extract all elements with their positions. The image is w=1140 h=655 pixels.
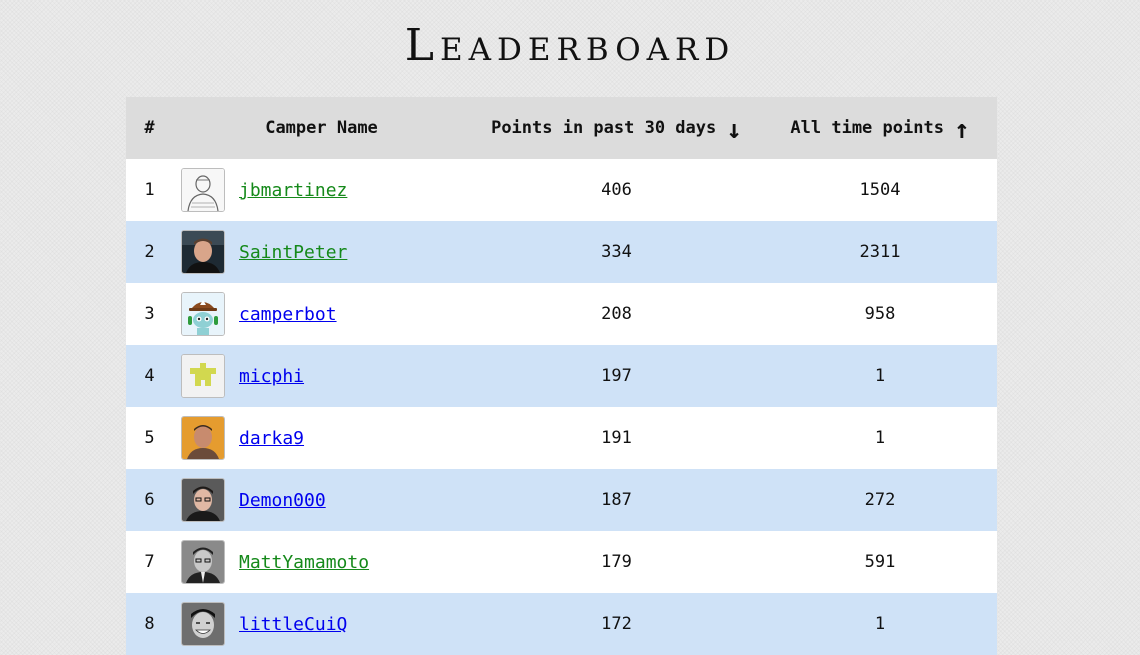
recent-points-cell: 187	[470, 469, 763, 531]
camper-link[interactable]: Demon000	[239, 490, 326, 511]
camper-link[interactable]: darka9	[239, 428, 304, 449]
table-row: 3 camperbot 208 958	[126, 283, 997, 345]
recent-points-cell: 208	[470, 283, 763, 345]
camper-cell: littleCuiQ	[173, 593, 470, 655]
alltime-points-cell: 2311	[763, 221, 997, 283]
rank-cell: 6	[126, 469, 173, 531]
rank-cell: 3	[126, 283, 173, 345]
alltime-points-cell: 958	[763, 283, 997, 345]
arrow-up-icon[interactable]: ↑	[954, 115, 970, 145]
camper-cell: micphi	[173, 345, 470, 407]
rank-cell: 7	[126, 531, 173, 593]
alltime-points-cell: 272	[763, 469, 997, 531]
camper-cell: darka9	[173, 407, 470, 469]
table-row: 2 SaintPeter 334 2311	[126, 221, 997, 283]
rank-cell: 5	[126, 407, 173, 469]
table-row: 1 jbmartinez 406 1504	[126, 159, 997, 221]
recent-points-header-label: Points in past 30 days	[491, 118, 717, 138]
avatar[interactable]	[181, 292, 225, 336]
table-row: 8 littleCuiQ 172 1	[126, 593, 997, 655]
table-row: 4 micphi 197 1	[126, 345, 997, 407]
recent-points-cell: 191	[470, 407, 763, 469]
alltime-points-cell: 1504	[763, 159, 997, 221]
camper-cell: jbmartinez	[173, 159, 470, 221]
camper-cell: SaintPeter	[173, 221, 470, 283]
table-header-row: # Camper Name Points in past 30 days ↓ Al…	[126, 97, 997, 159]
camper-cell: camperbot	[173, 283, 470, 345]
alltime-points-header-label: All time points	[790, 118, 944, 138]
camper-name-header: Camper Name	[173, 97, 470, 159]
camper-link[interactable]: jbmartinez	[239, 180, 347, 201]
table-row: 6 Demon000 187 272	[126, 469, 997, 531]
recent-points-cell: 406	[470, 159, 763, 221]
rank-cell: 4	[126, 345, 173, 407]
camper-cell: Demon000	[173, 469, 470, 531]
page-title: Leaderboard	[404, 20, 736, 71]
camper-link[interactable]: littleCuiQ	[239, 614, 347, 635]
camper-link[interactable]: micphi	[239, 366, 304, 387]
arrow-down-icon[interactable]: ↓	[726, 115, 742, 145]
recent-points-cell: 197	[470, 345, 763, 407]
recent-points-header[interactable]: Points in past 30 days ↓	[470, 97, 763, 159]
camper-link[interactable]: MattYamamoto	[239, 552, 369, 573]
leaderboard-table: # Camper Name Points in past 30 days ↓ Al…	[126, 97, 997, 655]
rank-cell: 8	[126, 593, 173, 655]
alltime-points-header[interactable]: All time points ↑	[763, 97, 997, 159]
recent-points-cell: 334	[470, 221, 763, 283]
camper-cell: MattYamamoto	[173, 531, 470, 593]
avatar[interactable]	[181, 540, 225, 584]
alltime-points-cell: 1	[763, 345, 997, 407]
recent-points-cell: 172	[470, 593, 763, 655]
rank-header: #	[126, 97, 173, 159]
recent-points-cell: 179	[470, 531, 763, 593]
avatar[interactable]	[181, 478, 225, 522]
avatar[interactable]	[181, 354, 225, 398]
alltime-points-cell: 591	[763, 531, 997, 593]
avatar[interactable]	[181, 416, 225, 460]
table-row: 5 darka9 191 1	[126, 407, 997, 469]
avatar[interactable]	[181, 602, 225, 646]
camper-link[interactable]: camperbot	[239, 304, 337, 325]
camper-link[interactable]: SaintPeter	[239, 242, 347, 263]
alltime-points-cell: 1	[763, 593, 997, 655]
avatar[interactable]	[181, 230, 225, 274]
rank-cell: 1	[126, 159, 173, 221]
table-row: 7 MattYamamoto 179 591	[126, 531, 997, 593]
avatar[interactable]	[181, 168, 225, 212]
rank-cell: 2	[126, 221, 173, 283]
alltime-points-cell: 1	[763, 407, 997, 469]
